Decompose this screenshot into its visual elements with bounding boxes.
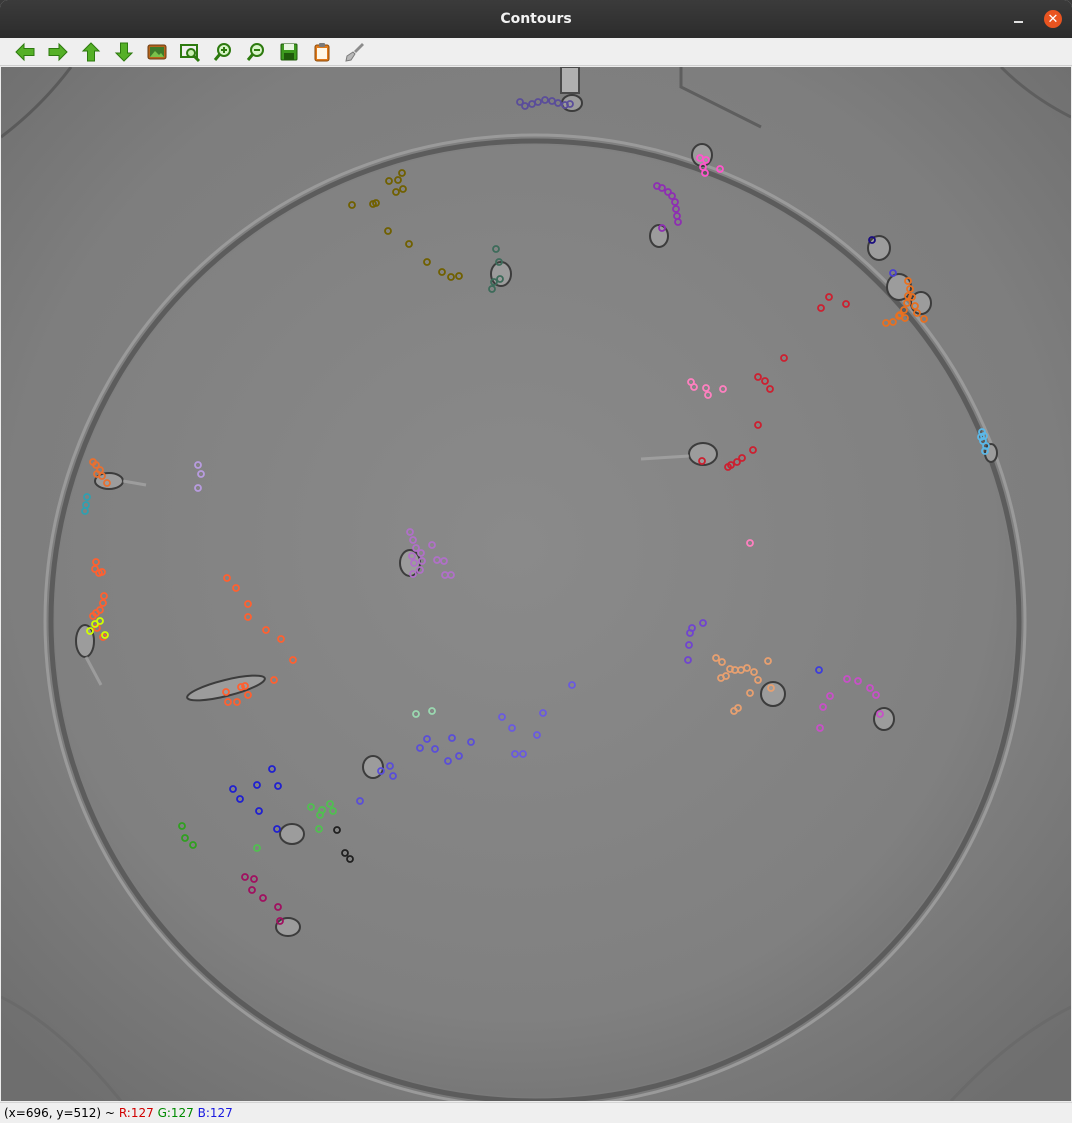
image-icon bbox=[147, 44, 166, 59]
pan-right-button[interactable] bbox=[41, 38, 74, 66]
zoom-out-button[interactable] bbox=[239, 38, 272, 66]
status-red-value: R:127 bbox=[118, 1106, 154, 1120]
zoom-rect-icon bbox=[179, 43, 200, 62]
cell bbox=[275, 917, 301, 937]
zoom-in-button[interactable] bbox=[206, 38, 239, 66]
pan-down-button[interactable] bbox=[107, 38, 140, 66]
microscopy-image bbox=[1, 67, 1071, 1101]
well-inlet bbox=[560, 67, 580, 94]
minimize-icon bbox=[1013, 21, 1023, 23]
arrow-right-icon bbox=[48, 42, 68, 61]
title-bar[interactable]: Contours ✕ bbox=[0, 0, 1072, 38]
arrow-up-icon bbox=[81, 41, 100, 61]
arrow-left-icon bbox=[14, 42, 34, 61]
close-button[interactable]: ✕ bbox=[1044, 10, 1062, 28]
arrow-down-icon bbox=[114, 42, 133, 62]
cell bbox=[75, 624, 95, 658]
cell bbox=[688, 442, 718, 466]
zoom-in-icon bbox=[213, 42, 231, 61]
clipboard-icon bbox=[314, 42, 329, 61]
window-title: Contours bbox=[500, 11, 572, 27]
zoom-out-icon bbox=[246, 42, 264, 61]
pan-left-button[interactable] bbox=[8, 38, 41, 66]
properties-button[interactable] bbox=[338, 38, 371, 66]
status-bar: (x=696, y=512) ~ R:127 G:127 B:127 bbox=[0, 1102, 1072, 1123]
floppy-disk-icon bbox=[280, 43, 297, 60]
brush-icon bbox=[344, 42, 364, 62]
cell bbox=[867, 235, 891, 261]
status-coordinates: (x=696, y=512) ~ bbox=[4, 1106, 115, 1120]
image-canvas[interactable] bbox=[1, 67, 1071, 1101]
zoom-original-button[interactable] bbox=[140, 38, 173, 66]
status-green-value: G:127 bbox=[157, 1106, 194, 1120]
toolbar bbox=[0, 38, 1072, 66]
cell bbox=[279, 823, 305, 845]
minimize-button[interactable] bbox=[1008, 9, 1028, 29]
pan-up-button[interactable] bbox=[74, 38, 107, 66]
image-window: Contours ✕ (x=696, y=512) ~ R:127 G:127 … bbox=[0, 0, 1072, 1123]
save-button[interactable] bbox=[272, 38, 305, 66]
cell bbox=[873, 707, 895, 731]
status-blue-value: B:127 bbox=[197, 1106, 233, 1120]
zoom-fit-button[interactable] bbox=[173, 38, 206, 66]
well-interior bbox=[55, 145, 1015, 1097]
copy-button[interactable] bbox=[305, 38, 338, 66]
